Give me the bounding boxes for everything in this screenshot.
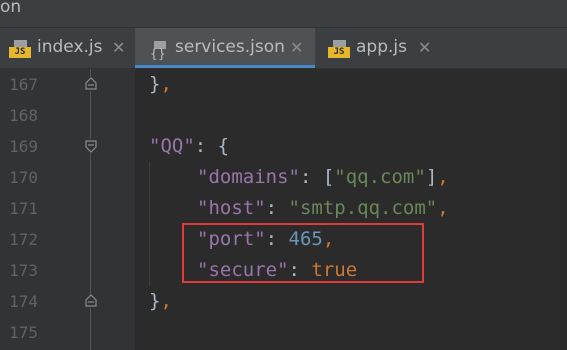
js-file-icon: JS — [9, 40, 31, 58]
tab-label: app.js — [356, 37, 407, 57]
line-number: 171 — [9, 199, 38, 218]
tab-label: services.json — [175, 37, 285, 57]
json-file-icon: {} — [150, 41, 166, 60]
editor-tab-bar: JS index.js ✕ {} services.json ✕ JS app.… — [0, 28, 567, 69]
code-line-171: "host": "smtp.qq.com", — [197, 197, 449, 219]
svg-text:{}: {} — [150, 47, 166, 60]
line-number: 168 — [9, 106, 38, 125]
line-number: 170 — [9, 168, 38, 187]
line-number: 172 — [9, 230, 38, 249]
fold-guide — [90, 69, 91, 77]
code-line-170: "domains": ["qq.com"], — [197, 166, 449, 188]
indent-guide — [149, 162, 150, 286]
close-icon[interactable]: ✕ — [418, 38, 431, 57]
fold-start-icon[interactable] — [84, 139, 98, 153]
line-number: 174 — [9, 292, 38, 311]
line-number: 173 — [9, 261, 38, 280]
close-icon[interactable]: ✕ — [290, 38, 303, 57]
line-number: 175 — [9, 323, 38, 342]
fold-end-icon[interactable] — [84, 294, 98, 308]
line-number: 169 — [9, 137, 38, 156]
code-editor[interactable]: }, "QQ": { "domains": ["qq.com"], "host"… — [135, 69, 567, 350]
highlight-box — [182, 223, 424, 283]
tab-index-js[interactable]: JS index.js ✕ — [0, 28, 135, 68]
fold-guide — [90, 308, 91, 350]
code-line-167: }, — [149, 73, 172, 95]
line-number: 167 — [9, 75, 38, 94]
tab-label: index.js — [37, 37, 103, 57]
window-title: on — [0, 0, 22, 17]
tab-app-js[interactable]: JS app.js ✕ — [315, 28, 440, 68]
tab-services-json[interactable]: {} services.json ✕ — [135, 28, 315, 68]
fold-end-icon[interactable] — [84, 77, 98, 91]
code-line-169: "QQ": { — [149, 135, 230, 157]
title-bar: on — [0, 0, 567, 28]
js-file-icon: JS — [328, 40, 350, 58]
fold-guide — [90, 153, 91, 294]
line-number-gutter[interactable]: 167 168 169 170 171 172 173 174 175 — [0, 69, 135, 350]
code-line-174: }, — [149, 290, 172, 312]
close-icon[interactable]: ✕ — [112, 38, 125, 57]
fold-guide — [90, 91, 91, 139]
